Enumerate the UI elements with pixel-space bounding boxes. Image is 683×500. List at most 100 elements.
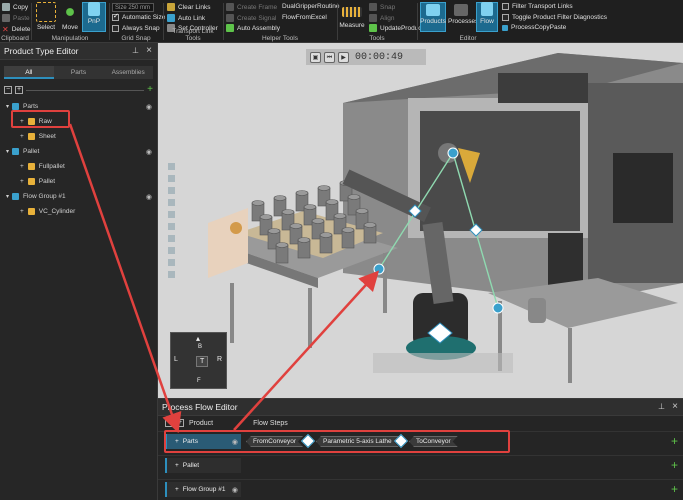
- view-right[interactable]: R: [217, 356, 222, 363]
- flow-row-flow-group: + Flow Group #1 ◉ +: [158, 479, 683, 498]
- products-button[interactable]: Products: [420, 2, 446, 25]
- update-icon: [369, 24, 377, 32]
- reset-icon[interactable]: ▣: [310, 51, 321, 63]
- copy-icon: [2, 3, 10, 11]
- visibility-icon[interactable]: ◉: [146, 103, 152, 111]
- add-step-icon[interactable]: +: [671, 434, 678, 448]
- view-front[interactable]: F: [197, 378, 201, 384]
- auto-link-button[interactable]: Auto Link: [167, 14, 205, 22]
- tab-parts[interactable]: Parts: [54, 66, 104, 79]
- tools-label: Tools: [369, 35, 385, 42]
- select-button[interactable]: Select: [34, 2, 58, 31]
- 3d-viewport[interactable]: ▣ ⏮ ▶ 00:00:49 ▴ L T R B F: [158, 43, 683, 398]
- pin-icon[interactable]: ⊥: [132, 46, 139, 55]
- play-icon[interactable]: ▶: [338, 51, 349, 63]
- chevron-down-icon: ▾: [6, 149, 10, 155]
- add-product-icon[interactable]: +: [147, 84, 153, 95]
- check-icon: [112, 25, 119, 32]
- pnp-button[interactable]: PnP: [82, 2, 106, 25]
- delete-button[interactable]: ✕ Delete: [2, 25, 31, 34]
- auto-link-icon: [167, 14, 175, 22]
- chevron-up-icon[interactable]: ▴: [196, 334, 200, 343]
- highlight-raw-box: [11, 110, 70, 128]
- rewind-icon[interactable]: ⏮: [324, 51, 335, 63]
- panel-title: Product Type Editor: [4, 46, 79, 56]
- process-copy-paste-button[interactable]: ProcessCopyPaste: [502, 24, 566, 31]
- flow-row-pallet: + Pallet +: [158, 455, 683, 474]
- dual-gripper-routine-button[interactable]: DualGripperRoutine: [282, 3, 339, 10]
- visibility-icon[interactable]: ◉: [146, 193, 152, 201]
- tab-all[interactable]: All: [4, 66, 54, 79]
- create-signal-button[interactable]: Create Signal: [226, 14, 276, 22]
- add-step-icon[interactable]: +: [671, 458, 678, 472]
- check-icon: [112, 12, 119, 21]
- copy-paste-icon: [502, 24, 508, 31]
- helper-tools-group: Create Frame Create Signal Auto Assembly…: [224, 0, 339, 43]
- transport-link-tools-group: Clear Links Auto Link Set Controller Tra…: [164, 0, 222, 43]
- size-input[interactable]: Size 250 mm: [112, 3, 154, 12]
- plus-icon: +: [175, 462, 179, 469]
- filter-transport-links-checkbox[interactable]: Filter Transport Links: [502, 3, 573, 10]
- flow-product-flow-group[interactable]: + Flow Group #1 ◉: [165, 482, 241, 497]
- tab-assemblies[interactable]: Assemblies: [103, 66, 153, 79]
- expand-all-icon[interactable]: +: [176, 419, 184, 427]
- tree-item-pallet[interactable]: + Pallet: [0, 174, 157, 189]
- move-icon: [60, 2, 80, 22]
- snap-button[interactable]: Snap: [369, 3, 395, 11]
- toggle-product-filter-diagnostics-checkbox[interactable]: Toggle Product Filter Diagnostics: [502, 14, 607, 21]
- collapse-all-icon[interactable]: −: [165, 419, 173, 427]
- copy-button[interactable]: Copy: [2, 3, 28, 11]
- plus-icon: +: [20, 208, 24, 215]
- view-back[interactable]: B: [198, 344, 202, 350]
- panel-header: Process Flow Editor ⊥ ×: [158, 399, 683, 416]
- paste-button[interactable]: Paste: [2, 14, 30, 22]
- processes-button[interactable]: Processes: [448, 2, 478, 25]
- flow-steps-column-header: Flow Steps: [253, 419, 288, 427]
- transport-link-tools-label: Transport Link Tools: [172, 28, 214, 42]
- playback-bar: ▣ ⏮ ▶ 00:00:49: [306, 49, 426, 65]
- tree-item-sheet[interactable]: + Sheet: [0, 129, 157, 144]
- visibility-icon[interactable]: ◉: [146, 148, 152, 156]
- folder-icon: [12, 103, 20, 110]
- clipboard-label: Clipboard: [1, 35, 29, 42]
- move-button[interactable]: Move: [58, 2, 82, 31]
- processes-icon: [454, 4, 468, 16]
- measure-button[interactable]: Measure: [339, 2, 365, 29]
- view-cube[interactable]: ▴ L T R B F: [170, 332, 227, 389]
- expand-all-icon[interactable]: +: [15, 86, 23, 94]
- view-top[interactable]: T: [196, 356, 209, 367]
- plus-icon: +: [175, 486, 179, 493]
- chevron-down-icon: ▾: [6, 194, 10, 200]
- flow-editor-header: − + Product Flow Steps: [158, 417, 683, 429]
- tree-item-pallet-group[interactable]: ▾ Pallet ◉: [0, 144, 157, 159]
- tree-item-flow-group[interactable]: ▾ Flow Group #1 ◉: [0, 189, 157, 204]
- pin-icon[interactable]: ⊥: [658, 402, 665, 411]
- auto-assembly-button[interactable]: Auto Assembly: [226, 24, 280, 32]
- add-step-icon[interactable]: +: [671, 482, 678, 496]
- chevron-down-icon: ▾: [6, 104, 10, 110]
- tree-item-fullpallet[interactable]: + Fullpallet: [0, 159, 157, 174]
- visibility-icon[interactable]: ◉: [232, 486, 238, 494]
- manipulation-group: Select Move PnP Manipulation: [32, 0, 108, 43]
- view-left[interactable]: L: [174, 356, 178, 363]
- delete-icon: ✕: [2, 25, 9, 34]
- folder-icon: [12, 148, 20, 155]
- flow-button[interactable]: Flow: [475, 2, 499, 25]
- clear-links-button[interactable]: Clear Links: [167, 3, 211, 11]
- pnp-icon: [88, 2, 100, 16]
- close-icon[interactable]: ×: [146, 45, 152, 56]
- automatic-size-checkbox[interactable]: Automatic Size: [112, 12, 165, 21]
- align-button[interactable]: Align: [369, 14, 394, 22]
- flow-product-pallet[interactable]: + Pallet: [165, 458, 241, 473]
- scene-graphic: [158, 43, 683, 398]
- close-icon[interactable]: ×: [672, 401, 678, 412]
- size-field-row: Size 250 mm: [112, 3, 154, 12]
- tree-item-vc-cylinder[interactable]: + VC_Cylinder: [0, 204, 157, 219]
- always-snap-checkbox[interactable]: Always Snap: [112, 25, 160, 32]
- flow-icon: [481, 2, 493, 16]
- flow-from-excel-button[interactable]: FlowFromExcel: [282, 14, 327, 21]
- highlight-flow-row-box: [164, 430, 510, 453]
- create-frame-button[interactable]: Create Frame: [226, 3, 277, 11]
- product-column-header: Product: [189, 419, 214, 427]
- collapse-all-icon[interactable]: −: [4, 86, 12, 94]
